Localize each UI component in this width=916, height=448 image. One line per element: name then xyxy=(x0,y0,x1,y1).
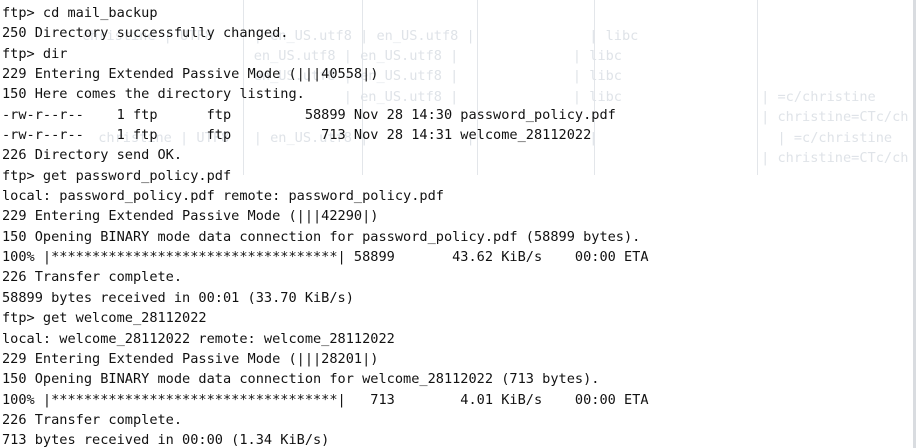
output-line: 150 Opening BINARY mode data connection … xyxy=(2,228,641,245)
output-line: 229 Entering Extended Passive Mode (|||4… xyxy=(2,208,379,225)
listing-line: -rw-r--r-- 1 ftp ftp 58899 Nov 28 14:30 … xyxy=(2,106,616,123)
terminal-window[interactable]: christine | UTF8 | en_US.utf8 | en_US.ut… xyxy=(0,0,916,448)
prompt-line: ftp> get welcome_28112022 xyxy=(2,310,207,327)
output-line: local: welcome_28112022 remote: welcome_… xyxy=(2,330,395,347)
output-line: 713 bytes received in 00:00 (1.34 KiB/s) xyxy=(2,432,330,448)
progress-line: 100% |**********************************… xyxy=(2,391,649,408)
output-line: 229 Entering Extended Passive Mode (|||4… xyxy=(2,66,379,83)
output-line: 150 Opening BINARY mode data connection … xyxy=(2,371,600,388)
terminal-output: ftp> cd mail_backup 250 Directory succes… xyxy=(2,3,912,448)
output-line: 58899 bytes received in 00:01 (33.70 KiB… xyxy=(2,289,354,306)
output-line: 226 Directory send OK. xyxy=(2,147,183,164)
prompt-line: ftp> dir xyxy=(2,45,68,62)
output-line: 229 Entering Extended Passive Mode (|||2… xyxy=(2,350,379,367)
prompt-line: ftp> get password_policy.pdf xyxy=(2,167,232,184)
output-line: local: password_policy.pdf remote: passw… xyxy=(2,188,444,205)
output-line: 226 Transfer complete. xyxy=(2,269,183,286)
prompt-line: ftp> cd mail_backup xyxy=(2,5,158,21)
listing-line: -rw-r--r-- 1 ftp ftp 713 Nov 28 14:31 we… xyxy=(2,127,592,144)
progress-line: 100% |**********************************… xyxy=(2,249,649,266)
output-line: 226 Transfer complete. xyxy=(2,411,183,428)
output-line: 250 Directory successfully changed. xyxy=(2,25,289,42)
output-line: 150 Here comes the directory listing. xyxy=(2,86,305,103)
